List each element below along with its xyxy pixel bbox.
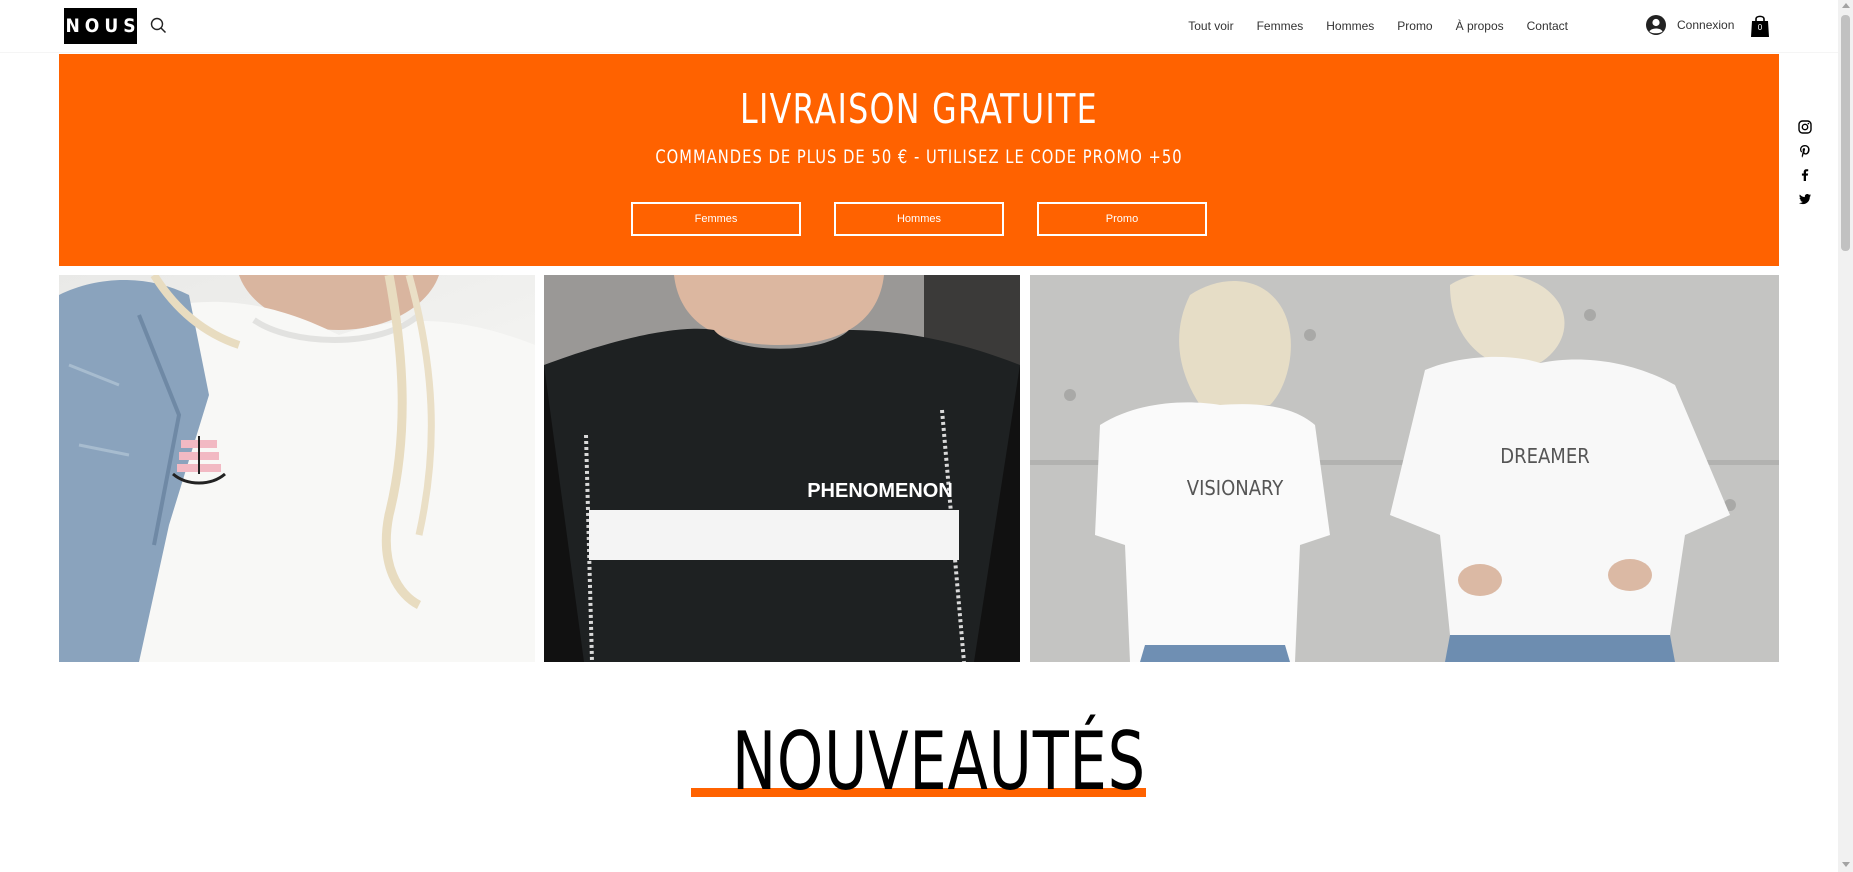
banner-buttons: Femmes Hommes Promo xyxy=(59,202,1779,236)
nav-item-contact[interactable]: Contact xyxy=(1527,19,1568,33)
nav-item-tout-voir[interactable]: Tout voir xyxy=(1188,19,1233,33)
instagram-icon[interactable] xyxy=(1798,120,1812,134)
banner-button-promo[interactable]: Promo xyxy=(1037,202,1207,236)
cart-count: 0 xyxy=(1757,23,1763,32)
shirt-text-phenomenon: PHENOMENON xyxy=(807,480,953,502)
photo-femme-tshirt[interactable] xyxy=(59,275,535,662)
login-button[interactable]: Connexion xyxy=(1645,14,1734,36)
cart-button[interactable]: 0 xyxy=(1749,13,1771,39)
photo-homme-tshirt[interactable]: PHENOMENON xyxy=(544,275,1020,662)
shirt-text-visionary: VISIONARY xyxy=(1187,476,1284,500)
photo-couple-tshirts[interactable]: VISIONARY DREAMER xyxy=(1030,275,1779,662)
user-avatar-icon xyxy=(1646,15,1666,35)
twitter-icon[interactable] xyxy=(1798,192,1812,206)
page-scrollbar[interactable] xyxy=(1838,0,1853,872)
banner-button-hommes[interactable]: Hommes xyxy=(834,202,1004,236)
banner-title: LIVRAISON GRATUITE xyxy=(739,85,1098,133)
login-label: Connexion xyxy=(1677,18,1735,32)
site-logo[interactable]: NOUS xyxy=(64,8,137,44)
search-icon[interactable] xyxy=(150,17,167,34)
facebook-icon[interactable] xyxy=(1798,168,1812,182)
section-title: NOUVEAUTÉS xyxy=(691,715,1146,808)
main-nav: Tout voir Femmes Hommes Promo À propos C… xyxy=(1188,0,1568,52)
social-bar xyxy=(1798,120,1814,206)
section-title-text: NOUVEAUTÉS xyxy=(731,715,1146,808)
banner-subtitle: COMMANDES DE PLUS DE 50 € - UTILISEZ LE … xyxy=(655,146,1183,168)
photo-homme-illustration: PHENOMENON xyxy=(544,275,1020,662)
promo-banner: LIVRAISON GRATUITE COMMANDES DE PLUS DE … xyxy=(59,54,1779,266)
photo-couple-illustration: VISIONARY DREAMER xyxy=(1030,275,1779,662)
nav-item-hommes[interactable]: Hommes xyxy=(1326,19,1374,33)
scrollbar-thumb[interactable] xyxy=(1841,15,1850,251)
scroll-down-arrow-icon[interactable] xyxy=(1842,862,1850,867)
nav-item-femmes[interactable]: Femmes xyxy=(1257,19,1304,33)
nav-item-a-propos[interactable]: À propos xyxy=(1456,19,1504,33)
photo-femme-illustration xyxy=(59,275,535,662)
banner-button-femmes[interactable]: Femmes xyxy=(631,202,801,236)
shirt-text-dreamer: DREAMER xyxy=(1500,444,1589,468)
nav-item-promo[interactable]: Promo xyxy=(1397,19,1432,33)
scroll-up-arrow-icon[interactable] xyxy=(1842,3,1850,8)
site-header: NOUS Tout voir Femmes Hommes Promo À pro… xyxy=(0,0,1838,52)
pinterest-icon[interactable] xyxy=(1798,144,1812,158)
